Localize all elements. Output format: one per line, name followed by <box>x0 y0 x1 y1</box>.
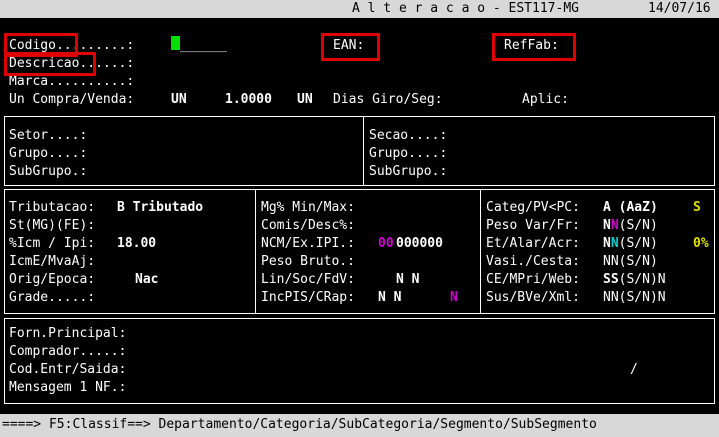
orig-value: Nac <box>135 272 159 287</box>
inc-label: IncPIS/CRap: <box>261 290 355 305</box>
et-value: NN(S/N) <box>603 236 658 251</box>
subgrupo-right-label: SubGrupo.: <box>369 164 448 179</box>
sus-label: Sus/BVe/Xml: <box>486 290 580 305</box>
comprador-label: Comprador.....: <box>9 344 127 359</box>
forn-label: Forn.Principal: <box>9 326 127 341</box>
cod-slash: / <box>630 362 638 377</box>
ncm-value: 000000 <box>396 236 443 251</box>
cod-entr-label: Cod.Entr/Saida: <box>9 362 127 377</box>
ncm-label: NCM/Ex.IPI.: <box>261 236 355 251</box>
function-key-hint: ====> F5:Classif==> Departamento/Categor… <box>2 417 597 432</box>
categ-value: A (AaZ) <box>603 200 658 215</box>
reffab-highlight <box>492 33 576 61</box>
grupo-right-label: Grupo....: <box>369 146 448 161</box>
fiscal-divider-1 <box>255 189 256 314</box>
lin-label: Lin/Soc/FdV: <box>261 272 355 287</box>
lin-value: N N <box>396 272 420 287</box>
classification-divider <box>363 116 364 186</box>
fator-value: 1.0000 <box>225 92 272 107</box>
grupo-label: Grupo....: <box>9 146 88 161</box>
aplic-label: Aplic: <box>522 92 569 107</box>
inc-value: N N <box>378 290 402 305</box>
subgrupo-label: SubGrupo.: <box>9 164 88 179</box>
tributacao-value: B Tributado <box>117 200 204 215</box>
et-label: Et/Alar/Acr: <box>486 236 580 251</box>
sus-value: NN(S/N)N <box>603 290 666 305</box>
title-bar: A l t e r a c a o - EST117-MG 14/07/16 <box>0 0 719 18</box>
icme-label: IcmE/MvaAj: <box>9 254 96 269</box>
vasi-label: Vasi./Cesta: <box>486 254 580 269</box>
inc-extra: N <box>450 290 458 305</box>
categ-flag: S <box>693 200 701 215</box>
secao-label: Secao....: <box>369 128 448 143</box>
text-cursor <box>171 36 180 50</box>
icm-label: %Icm / Ipi: <box>9 236 96 251</box>
et-pct: 0% <box>693 236 709 251</box>
comis-label: Comis/Desc%: <box>261 218 355 233</box>
orig-label: Orig/Epoca: <box>9 272 96 287</box>
un-venda-value: UN <box>297 92 313 107</box>
st-label: St(MG)(FE): <box>9 218 96 233</box>
un-label: Un Compra/Venda: <box>9 92 135 107</box>
grade-label: Grade.....: <box>9 290 96 305</box>
ncm-prefix: 00 <box>378 236 394 251</box>
descricao-highlight <box>4 52 96 76</box>
mensagem-label: Mensagem 1 NF.: <box>9 380 127 395</box>
categ-label: Categ/PV<PC: <box>486 200 580 215</box>
setor-label: Setor....: <box>9 128 88 143</box>
mg-label: Mg% Min/Max: <box>261 200 355 215</box>
vasi-value: NN(S/N) <box>603 254 658 269</box>
peso-bruto-label: Peso Bruto.: <box>261 254 355 269</box>
dias-giro-label: Dias Giro/Seg: <box>333 92 443 107</box>
ean-highlight <box>321 33 380 61</box>
tributacao-label: Tributacao: <box>9 200 96 215</box>
status-bar: ====> F5:Classif==> Departamento/Categor… <box>0 414 719 437</box>
codigo-input[interactable]: ______ <box>180 37 227 55</box>
peso-var-label: Peso Var/Fr: <box>486 218 580 233</box>
ce-value: SS(S/N)N <box>603 272 666 287</box>
peso-var-value: NN(S/N) <box>603 218 658 233</box>
ce-label: CE/MPri/Web: <box>486 272 580 287</box>
classification-panel <box>4 116 715 186</box>
screen-date: 14/07/16 <box>648 1 711 16</box>
un-compra-value: UN <box>171 92 187 107</box>
fiscal-divider-2 <box>480 189 481 314</box>
screen-title: A l t e r a c a o - EST117-MG <box>352 1 579 16</box>
icm-value: 18.00 <box>117 236 157 251</box>
